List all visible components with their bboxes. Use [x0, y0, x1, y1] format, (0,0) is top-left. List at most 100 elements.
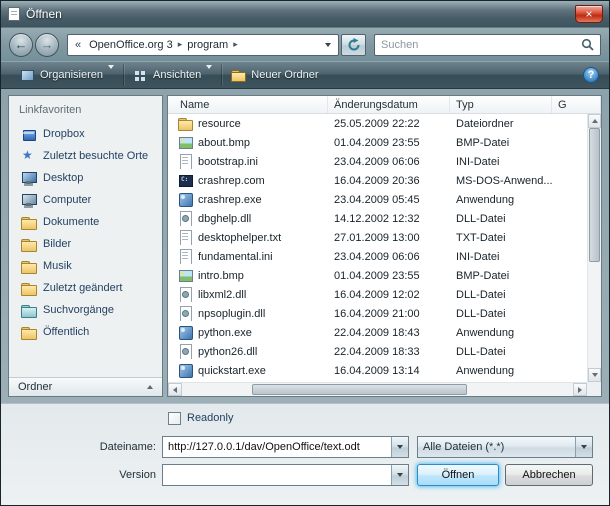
- scroll-down-button[interactable]: [588, 368, 601, 382]
- breadcrumb-separator-icon[interactable]: ▸: [232, 39, 239, 50]
- toolbar-button-icon: [231, 69, 246, 82]
- file-icon: [178, 268, 193, 283]
- file-date: 23.04.2009 06:06: [328, 251, 450, 263]
- file-row[interactable]: crashrep.exe 23.04.2009 05:45 Anwendung: [168, 190, 587, 209]
- search-icon[interactable]: [581, 38, 594, 51]
- file-row[interactable]: intro.bmp 01.04.2009 23:55 BMP-Datei: [168, 266, 587, 285]
- filetype-dropdown-icon[interactable]: [575, 437, 592, 457]
- sidebar-item[interactable]: Dropbox: [9, 123, 162, 145]
- sidebar-item[interactable]: Dokumente: [9, 211, 162, 233]
- breadcrumb-dropdown-icon[interactable]: [321, 43, 335, 47]
- sidebar-item-label: Dokumente: [43, 216, 99, 228]
- file-row[interactable]: desktophelper.txt 27.01.2009 13:00 TXT-D…: [168, 228, 587, 247]
- file-type: Anwendung: [450, 327, 552, 339]
- horizontal-scrollbar[interactable]: [168, 382, 587, 396]
- sidebar-item[interactable]: Computer: [9, 189, 162, 211]
- help-button[interactable]: ?: [583, 67, 599, 83]
- forward-button[interactable]: →: [35, 33, 59, 57]
- toolbar-button-label: Neuer Ordner: [251, 69, 318, 81]
- scroll-up-button[interactable]: [588, 114, 601, 128]
- breadcrumb[interactable]: « OpenOffice.org 3 ▸ program ▸: [67, 34, 339, 56]
- file-date: 27.01.2009 13:00: [328, 232, 450, 244]
- sidebar-item-icon: [21, 215, 37, 230]
- file-name: dbghelp.dll: [198, 213, 251, 225]
- refresh-button[interactable]: [341, 34, 366, 56]
- file-date: 01.04.2009 23:55: [328, 137, 450, 149]
- file-name: quickstart.exe: [198, 365, 266, 377]
- filename-input[interactable]: [163, 437, 391, 457]
- sidebar-item-icon: [21, 325, 37, 340]
- sidebar-item[interactable]: Zuletzt besuchte Orte: [9, 145, 162, 167]
- scroll-left-button[interactable]: [168, 383, 182, 396]
- toolbar-button[interactable]: Organisieren: [11, 64, 123, 86]
- file-row[interactable]: libxml2.dll 16.04.2009 12:02 DLL-Datei: [168, 285, 587, 304]
- breadcrumb-segment-1[interactable]: OpenOffice.org 3: [85, 39, 177, 51]
- file-name: crashrep.com: [198, 175, 265, 187]
- horizontal-scroll-track[interactable]: [182, 383, 573, 396]
- sidebar-item-icon: [21, 149, 37, 164]
- file-row[interactable]: resource 25.05.2009 22:22 Dateiordner: [168, 114, 587, 133]
- column-header-size[interactable]: G: [552, 96, 601, 113]
- column-header-date[interactable]: Änderungsdatum: [328, 96, 450, 113]
- folders-expander[interactable]: Ordner: [9, 377, 162, 396]
- search-box[interactable]: [374, 34, 601, 56]
- dialog-footer: Readonly Dateiname: Alle Dateien (*.*) V…: [1, 403, 609, 505]
- open-button[interactable]: Öffnen: [417, 464, 499, 486]
- file-name: resource: [198, 118, 241, 130]
- file-row[interactable]: fundamental.ini 23.04.2009 06:06 INI-Dat…: [168, 247, 587, 266]
- vertical-scroll-thumb[interactable]: [589, 128, 600, 262]
- file-name: npsoplugin.dll: [198, 308, 265, 320]
- toolbar-button[interactable]: Ansichten: [123, 64, 221, 86]
- column-header-type[interactable]: Typ: [450, 96, 552, 113]
- breadcrumb-segment-2[interactable]: program: [183, 39, 232, 51]
- sidebar-item[interactable]: Suchvorgänge: [9, 299, 162, 321]
- file-list: resource 25.05.2009 22:22 Dateiordner ab…: [168, 114, 587, 382]
- sidebar-item[interactable]: Musik: [9, 255, 162, 277]
- file-icon: [178, 344, 193, 359]
- sidebar-item[interactable]: Bilder: [9, 233, 162, 255]
- file-type: Anwendung: [450, 365, 552, 377]
- version-combobox[interactable]: [162, 464, 409, 486]
- sidebar-item[interactable]: Desktop: [9, 167, 162, 189]
- toolbar-button[interactable]: Neuer Ordner: [221, 64, 327, 86]
- file-icon: [178, 154, 193, 169]
- version-dropdown-icon[interactable]: [391, 465, 408, 485]
- file-row[interactable]: python.exe 22.04.2009 18:43 Anwendung: [168, 323, 587, 342]
- breadcrumb-collapse[interactable]: «: [71, 39, 85, 51]
- file-row[interactable]: dbghelp.dll 14.12.2002 12:32 DLL-Datei: [168, 209, 587, 228]
- vertical-scrollbar[interactable]: [587, 114, 601, 382]
- sidebar-item[interactable]: Öffentlich: [9, 321, 162, 343]
- file-row[interactable]: crashrep.com 16.04.2009 20:36 MS-DOS-Anw…: [168, 171, 587, 190]
- file-row[interactable]: python26.dll 22.04.2009 18:33 DLL-Datei: [168, 342, 587, 361]
- file-name: fundamental.ini: [198, 251, 273, 263]
- close-button[interactable]: ×: [575, 5, 603, 23]
- readonly-label[interactable]: Readonly: [187, 412, 233, 424]
- horizontal-scroll-thumb[interactable]: [252, 384, 467, 395]
- file-icon: [178, 192, 193, 207]
- cancel-button[interactable]: Abbrechen: [505, 464, 593, 486]
- file-type: INI-Datei: [450, 156, 552, 168]
- readonly-checkbox[interactable]: [168, 412, 181, 425]
- file-row[interactable]: about.bmp 01.04.2009 23:55 BMP-Datei: [168, 133, 587, 152]
- file-row[interactable]: bootstrap.ini 23.04.2009 06:06 INI-Datei: [168, 152, 587, 171]
- scroll-right-button[interactable]: [573, 383, 587, 396]
- file-type: Dateiordner: [450, 118, 552, 130]
- file-name: intro.bmp: [198, 270, 244, 282]
- filetype-combobox[interactable]: Alle Dateien (*.*): [417, 436, 593, 458]
- chevron-down-icon: [206, 69, 212, 81]
- sidebar-item-label: Zuletzt geändert: [43, 282, 123, 294]
- vertical-scroll-track[interactable]: [588, 128, 601, 368]
- file-row[interactable]: npsoplugin.dll 16.04.2009 21:00 DLL-Date…: [168, 304, 587, 323]
- column-header-name[interactable]: Name: [168, 96, 328, 113]
- filename-combobox[interactable]: [162, 436, 409, 458]
- file-date: 22.04.2009 18:43: [328, 327, 450, 339]
- file-type: TXT-Datei: [450, 232, 552, 244]
- sidebar-item-label: Zuletzt besuchte Orte: [43, 150, 148, 162]
- search-input[interactable]: [381, 39, 581, 51]
- filename-dropdown-icon[interactable]: [391, 437, 408, 457]
- file-icon: [178, 230, 193, 245]
- sidebar-item[interactable]: Zuletzt geändert: [9, 277, 162, 299]
- file-row[interactable]: quickstart.exe 16.04.2009 13:14 Anwendun…: [168, 361, 587, 380]
- command-toolbar: Organisieren Ansichten Neuer Ordner ?: [1, 61, 609, 89]
- back-button[interactable]: ←: [9, 33, 33, 57]
